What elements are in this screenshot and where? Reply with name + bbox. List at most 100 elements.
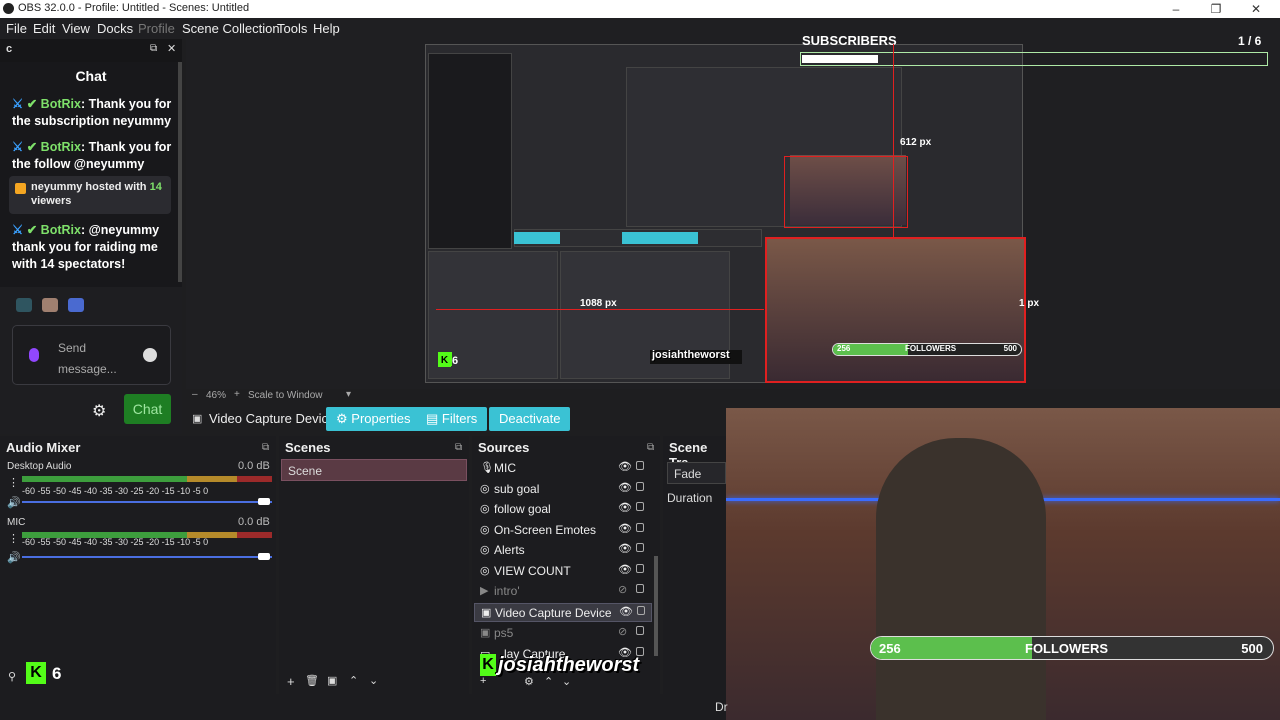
followers-goal-bar: 256 FOLLOWERS 500 <box>870 636 1274 660</box>
zoom-mode[interactable]: Scale to Window <box>248 390 322 401</box>
menu-edit[interactable]: Edit <box>33 21 55 36</box>
source-item[interactable]: ◎ Alerts 👁 <box>474 541 652 560</box>
source-item[interactable]: ◎ On-Screen Emotes 👁 <box>474 521 652 540</box>
link-icon[interactable]: ⚲ <box>8 670 16 683</box>
trash-icon[interactable]: 🗑 <box>305 674 319 687</box>
volume-slider-handle[interactable] <box>258 553 270 560</box>
close-button[interactable]: ✕ <box>1238 0 1274 18</box>
lock-icon[interactable] <box>636 626 644 635</box>
add-scene-icon[interactable]: + <box>287 674 295 689</box>
sources-scrollbar[interactable] <box>654 556 658 656</box>
channel-name: MIC <box>7 517 26 528</box>
channel-db: 0.0 dB <box>238 460 270 472</box>
source-name: Alerts <box>494 543 525 557</box>
source-name: ps5 <box>494 626 514 640</box>
chat-username[interactable]: BotRix <box>41 97 81 111</box>
gear-icon[interactable]: ⚙ <box>524 675 534 688</box>
visibility-icon[interactable]: 👁 <box>618 563 632 576</box>
visibility-icon[interactable]: 👁 <box>618 501 632 514</box>
undock-icon[interactable]: ⧉ <box>262 442 269 453</box>
source-item[interactable]: 🎙 MIC 👁 <box>474 459 652 478</box>
chat-settings-icon[interactable]: ⚙ <box>92 401 106 421</box>
speaker-icon[interactable]: 🔊 <box>7 551 21 564</box>
filters-button[interactable]: ▤ Filters <box>416 407 488 431</box>
speaker-icon[interactable]: 🔊 <box>7 496 21 509</box>
emoji-icon[interactable] <box>143 348 157 362</box>
volume-slider[interactable] <box>22 501 272 503</box>
hidden-icon[interactable]: ⊘ <box>618 625 627 638</box>
menu-tools[interactable]: Tools <box>277 21 307 36</box>
visibility-icon[interactable]: 👁 <box>618 542 632 555</box>
undock-icon[interactable]: ⧉ <box>647 442 654 453</box>
channel-menu-icon[interactable]: ⋮ <box>8 476 19 489</box>
minimize-button[interactable]: – <box>1158 0 1194 18</box>
chat-message: ⚔ ✔ BotRix: Thank you for the follow @ne… <box>12 139 172 173</box>
move-down-icon[interactable]: ⌄ <box>369 674 378 687</box>
zoom-in-icon[interactable]: + <box>234 389 240 400</box>
visibility-icon[interactable]: 👁 <box>619 605 633 618</box>
host-user[interactable]: neyummy <box>31 181 82 193</box>
lock-icon[interactable] <box>636 461 644 470</box>
menu-view[interactable]: View <box>62 21 90 36</box>
source-item[interactable]: ◎ sub goal 👁 <box>474 480 652 499</box>
source-item[interactable]: ◎ VIEW COUNT 👁 <box>474 562 652 581</box>
menu-help[interactable]: Help <box>313 21 340 36</box>
kick-logo-icon: K <box>480 654 496 676</box>
source-name: On-Screen Emotes <box>494 523 597 537</box>
emote-icon[interactable] <box>42 298 58 312</box>
source-item[interactable]: ◎ follow goal 👁 <box>474 500 652 519</box>
add-source-icon[interactable]: + <box>480 675 486 687</box>
undock-icon[interactable]: ⧉ <box>455 442 462 453</box>
menu-scene-collection[interactable]: Scene Collection <box>182 21 280 36</box>
lock-icon[interactable] <box>636 523 644 532</box>
visibility-icon[interactable]: 👁 <box>618 460 632 473</box>
menu-file[interactable]: File <box>6 21 27 36</box>
play-icon: ▶ <box>480 585 489 597</box>
chevron-down-icon[interactable]: ▾ <box>346 389 351 400</box>
globe-icon: ◎ <box>480 524 490 536</box>
source-item[interactable]: ▶ intro' ⊘ <box>474 582 652 601</box>
properties-label: Properties <box>351 411 411 426</box>
lock-icon[interactable] <box>636 543 644 552</box>
transition-select[interactable]: Fade <box>667 462 726 484</box>
scene-item[interactable]: Scene <box>281 459 467 481</box>
volume-slider-handle[interactable] <box>258 498 270 505</box>
source-item-selected[interactable]: ▣ Video Capture Device 👁 <box>474 603 652 622</box>
deactivate-button[interactable]: Deactivate <box>489 407 571 431</box>
emote-icon[interactable] <box>16 298 32 312</box>
lock-icon[interactable] <box>636 482 644 491</box>
chat-username[interactable]: BotRix <box>41 140 81 154</box>
meter-ticks: -60 -55 -50 -45 -40 -35 -30 -25 -20 -15 … <box>22 486 209 496</box>
source-item[interactable]: ▣ ps5 ⊘ <box>474 624 652 643</box>
menu-profile[interactable]: Profile <box>138 21 175 36</box>
hidden-icon[interactable]: ⊘ <box>618 583 627 596</box>
properties-button[interactable]: ⚙ Properties <box>326 407 421 431</box>
lock-icon[interactable] <box>636 564 644 573</box>
undock-icon[interactable]: ⧉ <box>150 43 157 54</box>
volume-slider[interactable] <box>22 556 272 558</box>
visibility-icon[interactable]: 👁 <box>618 481 632 494</box>
channel-menu-icon[interactable]: ⋮ <box>8 532 19 545</box>
maximize-button[interactable]: ❐ <box>1198 0 1234 18</box>
lock-icon[interactable] <box>636 502 644 511</box>
send-message-input[interactable]: Send message... <box>12 325 171 385</box>
selected-video-capture[interactable] <box>765 237 1026 383</box>
close-dock-icon[interactable]: ✕ <box>167 42 176 55</box>
move-up-icon[interactable]: ⌃ <box>544 675 553 688</box>
zoom-out-icon[interactable]: – <box>192 389 198 400</box>
chat-send-button[interactable]: Chat <box>124 394 171 424</box>
filter-icon[interactable]: ▣ <box>327 674 337 687</box>
mic-icon[interactable] <box>29 348 39 362</box>
chat-scrollbar[interactable] <box>178 62 182 282</box>
chat-username[interactable]: BotRix <box>41 223 81 237</box>
distance-label-1088: 1088 px <box>580 298 617 309</box>
source-name: intro' <box>494 584 520 598</box>
visibility-icon[interactable]: 👁 <box>618 522 632 535</box>
lock-icon[interactable] <box>636 584 644 593</box>
lock-icon[interactable] <box>637 606 645 615</box>
nested-properties-button <box>514 232 560 244</box>
emote-icon[interactable] <box>68 298 84 312</box>
move-up-icon[interactable]: ⌃ <box>349 674 358 687</box>
move-down-icon[interactable]: ⌄ <box>562 675 571 688</box>
menu-docks[interactable]: Docks <box>97 21 133 36</box>
